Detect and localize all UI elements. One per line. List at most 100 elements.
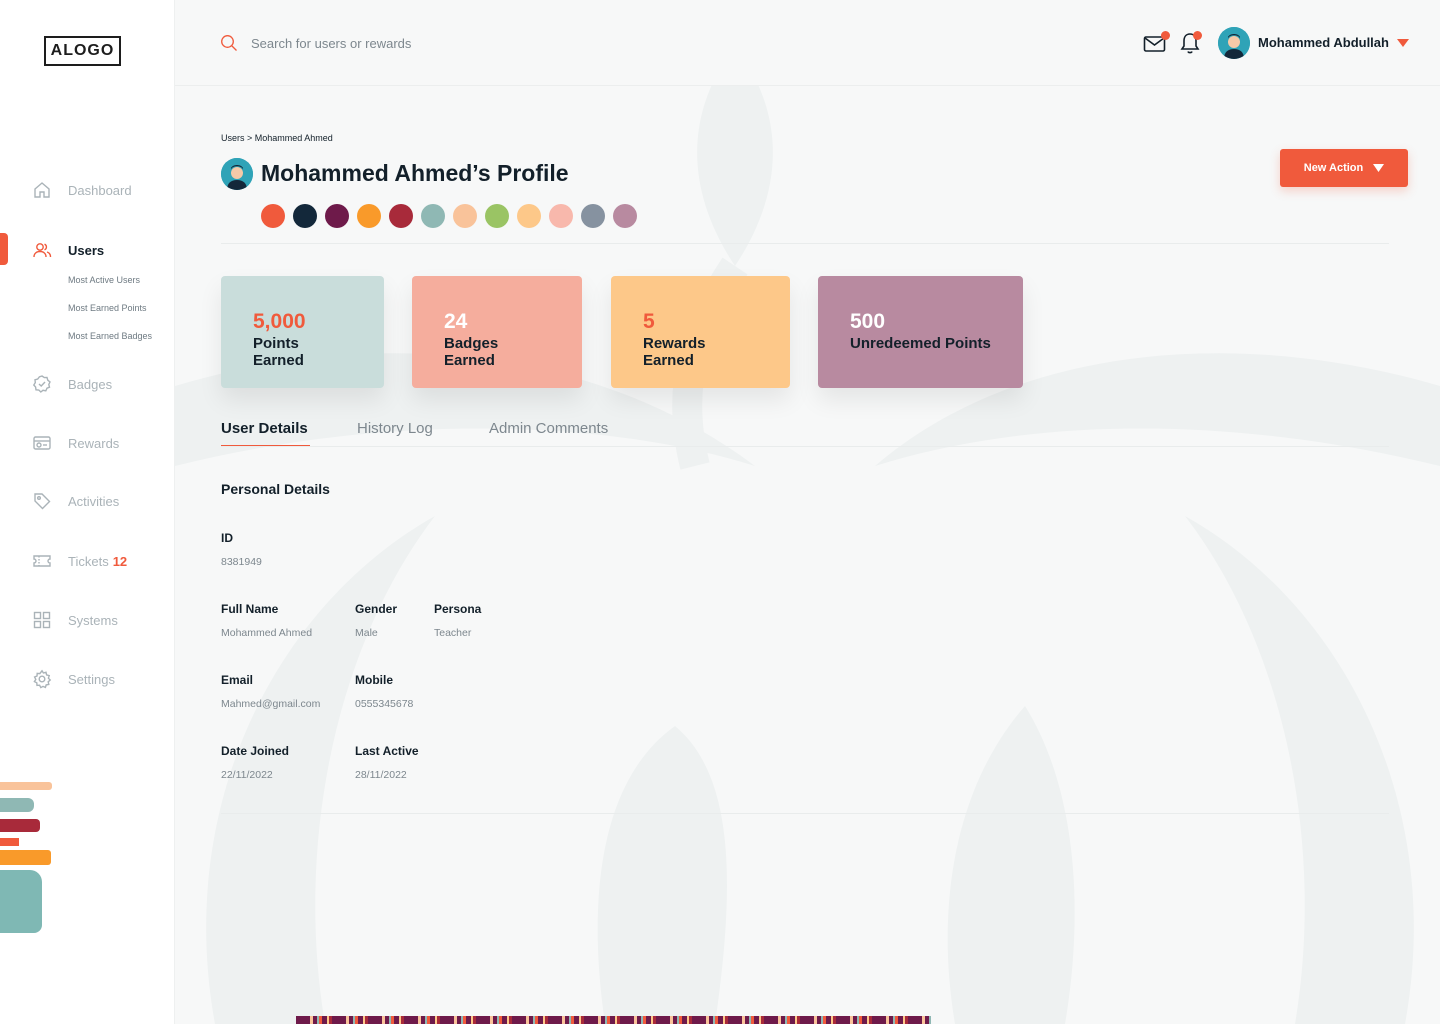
sidebar-item-label: Dashboard: [68, 182, 132, 198]
pattern-segment: [584, 1016, 598, 1024]
color-swatch[interactable]: [421, 204, 445, 228]
id-value: 8381949: [221, 556, 262, 568]
color-swatch[interactable]: [357, 204, 381, 228]
color-swatch[interactable]: [293, 204, 317, 228]
sidebar-subitem-most-earned-badges[interactable]: Most Earned Badges: [68, 331, 152, 341]
tab-user-details[interactable]: User Details: [221, 420, 308, 437]
pattern-segment: [620, 1016, 634, 1024]
mail-notification-dot: [1161, 31, 1170, 40]
pattern-segment: [656, 1016, 670, 1024]
ticket-count-badge: 12: [112, 553, 128, 569]
bell-notification-dot: [1193, 31, 1202, 40]
avatar[interactable]: [1218, 27, 1250, 59]
sidebar-item-systems[interactable]: Systems: [32, 610, 118, 630]
new-action-label: New Action: [1303, 162, 1364, 174]
rewards-icon: [33, 436, 51, 450]
user-name[interactable]: Mohammed Abdullah: [1258, 35, 1389, 50]
ticket-icon: [33, 555, 51, 567]
sidebar-item-label: Badges: [68, 376, 113, 392]
pattern-segment: [836, 1016, 850, 1024]
new-action-button[interactable]: New Action: [1280, 149, 1408, 187]
color-swatch[interactable]: [549, 204, 573, 228]
color-swatch[interactable]: [581, 204, 605, 228]
color-swatches: [261, 204, 637, 228]
stat-card-badges-earned: 24 Badges Earned: [412, 276, 582, 388]
pattern-segment: [692, 1016, 706, 1024]
persona-value: Teacher: [434, 627, 472, 639]
date-joined-label: Date Joined: [221, 744, 290, 758]
search-icon: [221, 35, 237, 51]
home-icon: [34, 182, 50, 198]
profile-avatar: [221, 158, 253, 190]
stat-label: Rewards Earned: [643, 335, 706, 369]
pattern-segment: [440, 1016, 454, 1024]
sidebar-item-label: Rewards: [68, 435, 120, 451]
sidebar-item-badges[interactable]: Badges: [32, 374, 112, 394]
sidebar-item-label: Users: [68, 242, 105, 258]
pattern-segment: [929, 1016, 931, 1024]
sidebar-item-users[interactable]: Users: [32, 240, 104, 260]
pattern-segment: [368, 1016, 382, 1024]
pattern-segment: [404, 1016, 418, 1024]
stat-value: 5: [643, 310, 655, 333]
badge-icon: [32, 375, 51, 393]
logo[interactable]: ALOGO: [44, 36, 121, 66]
sidebar-item-tickets[interactable]: Tickets 12: [32, 551, 127, 571]
color-swatch[interactable]: [613, 204, 637, 228]
pattern-segment: [728, 1016, 742, 1024]
sidebar-item-settings[interactable]: Settings: [32, 669, 115, 689]
email-value[interactable]: Mahmed@gmail.com: [221, 698, 320, 710]
tab-admin-comments[interactable]: Admin Comments: [489, 420, 608, 437]
sidebar-item-label: Tickets: [68, 553, 109, 569]
pattern-segment: [512, 1016, 526, 1024]
pattern-segment: [548, 1016, 562, 1024]
pattern-segment: [800, 1016, 814, 1024]
full-name-label: Full Name: [221, 602, 279, 616]
pattern-segment: [764, 1016, 778, 1024]
sidebar-item-activities[interactable]: Activities: [32, 491, 119, 511]
sidebar: ALOGO Dashboard Users Most Active Users …: [0, 0, 175, 1024]
breadcrumb[interactable]: Users > Mohammed Ahmed: [221, 133, 333, 143]
stat-label: Badges Earned: [444, 335, 499, 369]
last-active-value: 28/11/2022: [355, 769, 407, 781]
stat-card-rewards-earned: 5 Rewards Earned: [611, 276, 790, 388]
active-indicator: [0, 233, 8, 265]
pattern-segment: [296, 1016, 310, 1024]
color-swatch[interactable]: [389, 204, 413, 228]
tabs-divider: [221, 446, 1389, 447]
sidebar-item-label: Systems: [68, 612, 118, 628]
color-swatch[interactable]: [485, 204, 509, 228]
stat-value: 5,000: [253, 310, 306, 333]
pattern-segment: [872, 1016, 886, 1024]
gender-label: Gender: [355, 602, 398, 616]
gender-value: Male: [355, 627, 378, 639]
mobile-value: 0555345678: [355, 698, 414, 710]
sidebar-item-dashboard[interactable]: Dashboard: [32, 180, 132, 200]
grid-icon: [33, 611, 51, 629]
stat-value: 24: [444, 310, 468, 333]
color-swatch[interactable]: [453, 204, 477, 228]
full-name-value: Mohammed Ahmed: [221, 627, 313, 639]
color-swatch[interactable]: [517, 204, 541, 228]
search-input[interactable]: [251, 30, 551, 56]
stat-card-unredeemed-points: 500 Unredeemed Points: [818, 276, 1023, 388]
users-icon: [33, 243, 52, 258]
stat-card-points-earned: 5,000 Points Earned: [221, 276, 384, 388]
caret-down-icon: [1373, 163, 1385, 172]
pattern-segment: [332, 1016, 346, 1024]
sidebar-subitem-most-active-users[interactable]: Most Active Users: [68, 275, 140, 285]
tab-history-log[interactable]: History Log: [357, 420, 433, 437]
tag-icon: [34, 493, 51, 510]
color-swatch[interactable]: [325, 204, 349, 228]
date-joined-value: 22/11/2022: [221, 769, 273, 781]
chevron-down-icon[interactable]: [1397, 38, 1409, 48]
id-label: ID: [221, 531, 233, 545]
sidebar-subitem-most-earned-points[interactable]: Most Earned Points: [68, 303, 147, 313]
section-title: Personal Details: [221, 481, 330, 497]
sidebar-item-rewards[interactable]: Rewards: [32, 433, 119, 453]
top-bar: Mohammed Abdullah: [175, 0, 1440, 86]
stat-label: Points Earned: [253, 335, 304, 369]
color-swatch[interactable]: [261, 204, 285, 228]
page-title: Mohammed Ahmed’s Profile: [261, 160, 569, 186]
last-active-label: Last Active: [355, 744, 419, 758]
